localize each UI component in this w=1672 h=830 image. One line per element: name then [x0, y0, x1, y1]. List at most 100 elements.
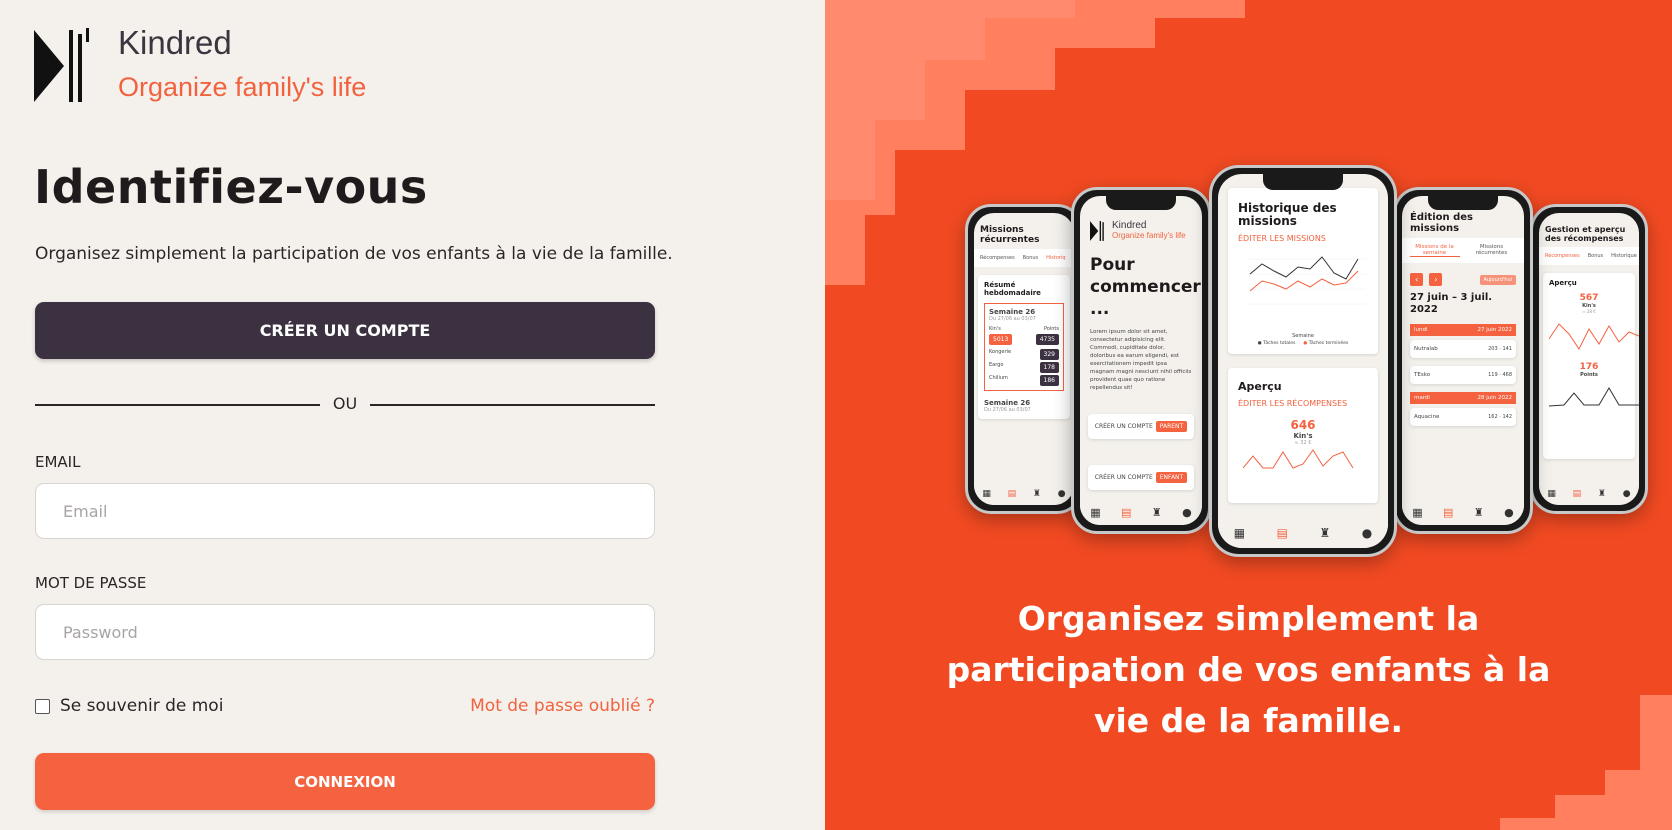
phone-screen: Édition des missions Missions de la sema… — [1402, 196, 1524, 525]
page-subtitle: Organisez simplement la participation de… — [35, 244, 673, 264]
phone-mockup-start: Kindred Organize family's life Pour comm… — [1071, 187, 1211, 534]
kins-sparkline — [1548, 323, 1639, 350]
week-label: Semaine 26 — [989, 308, 1036, 316]
screen-title: Missions récurrentes — [980, 225, 1040, 245]
email-input[interactable] — [35, 483, 655, 539]
kins-value: 567 — [1579, 293, 1599, 303]
dashboard-icon: ▦ — [1412, 505, 1423, 519]
summary-title: Résumé hebdomadaire — [984, 281, 1041, 297]
bottom-nav: ▦ ▤ ♜ ● — [1218, 518, 1388, 548]
or-divider: OU — [35, 392, 655, 416]
promo-headline: Organisez simplement la participation de… — [825, 593, 1672, 746]
kins-value: 5013 — [989, 334, 1013, 345]
summary-row: Eargo 178 — [989, 362, 1059, 373]
points-value: 4735 — [1035, 334, 1059, 345]
phone-mockup-missions: Missions récurrentes Récompenses Bonus H… — [965, 204, 1083, 514]
tab-week-missions: Missions de la semaine — [1409, 244, 1460, 257]
kins-sparkline — [1242, 449, 1354, 469]
promo-panel: Missions récurrentes Récompenses Bonus H… — [825, 0, 1672, 830]
bottom-nav: ▦ ▤ ♜ ● — [1402, 499, 1524, 525]
prev-week-icon: ‹ — [1410, 273, 1424, 286]
page-title: Identifiez-vous — [34, 160, 428, 214]
summary-row: Chilium 186 — [989, 375, 1059, 386]
lorem-text: Lorem ipsum dolor sit amet, consectetur … — [1090, 329, 1192, 391]
legend-total: ● Tâches totales — [1257, 341, 1296, 346]
tab-bonus: Bonus — [1587, 253, 1604, 259]
list-icon: ▤ — [1276, 526, 1288, 540]
create-parent-button: CRÉER UN COMPTE PARENT — [1088, 414, 1194, 439]
week-range-2: Du 27/06 au 03/07 — [984, 407, 1031, 413]
user-icon: ● — [1504, 505, 1514, 519]
remember-me[interactable]: Se souvenir de moi — [35, 696, 223, 716]
kins-label: Kin's — [989, 326, 1001, 332]
login-button[interactable]: CONNEXION — [35, 753, 655, 810]
promo-headline-line: participation de vos enfants à la — [946, 650, 1551, 689]
list-icon: ▤ — [1007, 489, 1017, 499]
trophy-icon: ♜ — [1151, 505, 1162, 519]
forgot-password-link[interactable]: Mot de passe oublié ? — [470, 696, 655, 716]
promo-headline-line: Organisez simplement la — [1017, 599, 1480, 638]
edit-missions-link: ÉDITER LES MISSIONS — [1238, 234, 1326, 243]
tab-rewards: Récompenses — [980, 255, 1015, 261]
mission-item: TEsko 119 · 468 — [1410, 366, 1516, 384]
phone-brand-tagline: Organize family's life — [1112, 231, 1186, 240]
tab-history: Historiq — [1046, 255, 1066, 261]
x-axis-label: Semaine — [1292, 333, 1314, 339]
login-panel: Kindred Organize family's life Identifie… — [0, 0, 825, 830]
summary-row: Kongerie 329 — [989, 349, 1059, 360]
dashboard-icon: ▦ — [1233, 526, 1246, 540]
dashboard-icon: ▦ — [1547, 489, 1556, 499]
remember-me-checkbox[interactable] — [35, 698, 50, 714]
kindred-logo-icon — [1090, 221, 1104, 241]
bottom-nav: ▦ ▤ ♜ ● — [1080, 499, 1202, 525]
overview-title: Aperçu — [1238, 380, 1282, 393]
tab-history: Historique — [1611, 253, 1637, 259]
phone-screen: Missions récurrentes Récompenses Bonus H… — [974, 213, 1074, 505]
overview-card: Aperçu 567 Kin's ≈ 28 € 176 Points — [1543, 273, 1639, 459]
overview-title: Aperçu — [1549, 279, 1577, 287]
overview-card: Aperçu ÉDITER LES RÉCOMPENSES 646 Kin's … — [1228, 368, 1378, 503]
bottom-nav: ▦ ▤ ♜ ● — [1539, 483, 1639, 505]
remember-me-label: Se souvenir de moi — [60, 696, 224, 716]
today-chip: Aujourd'hui — [1479, 274, 1516, 285]
email-label: EMAIL — [35, 453, 81, 471]
day-header: mardi 28 juin 2022 — [1410, 392, 1516, 404]
history-title: Historique des missions — [1238, 201, 1337, 228]
trophy-icon: ♜ — [1473, 505, 1484, 519]
edit-rewards-link: ÉDITER LES RÉCOMPENSES — [1238, 399, 1348, 408]
weekly-summary-card: Résumé hebdomadaire Semaine 26 Du 27/06 … — [978, 275, 1070, 419]
phone-mockup-rewards: Gestion et aperçu des récompenses Récomp… — [1530, 204, 1648, 514]
brand-name: Kindred — [118, 24, 232, 61]
phone-mockup-history: Historique des missions ÉDITER LES MISSI… — [1209, 165, 1397, 557]
list-icon: ▤ — [1443, 505, 1454, 519]
promo-headline-line: vie de la famille. — [1093, 701, 1404, 740]
week-range: Du 27/06 au 03/07 — [989, 316, 1036, 322]
points-label: Points — [1043, 326, 1059, 332]
password-input[interactable] — [35, 604, 655, 660]
trophy-icon: ♜ — [1597, 489, 1606, 499]
list-icon: ▤ — [1572, 489, 1582, 499]
list-icon: ▤ — [1121, 505, 1132, 519]
user-icon: ● — [1182, 505, 1192, 519]
tab-recurring-missions: Missions récurrentes — [1475, 244, 1508, 256]
kindred-logo-icon — [34, 28, 89, 102]
dashboard-icon: ▦ — [982, 489, 991, 499]
next-week-icon: › — [1429, 273, 1443, 286]
dashboard-icon: ▦ — [1090, 505, 1101, 519]
start-heading: Pour commencer ... — [1090, 255, 1201, 319]
week-range: 27 juin – 3 juil. 2022 — [1410, 292, 1493, 315]
trophy-icon: ♜ — [1319, 526, 1331, 540]
missions-history-chart — [1248, 256, 1366, 305]
bottom-nav: ▦ ▤ ♜ ● — [974, 483, 1074, 505]
create-child-button: CRÉER UN COMPTE ENFANT — [1088, 465, 1194, 490]
user-icon: ● — [1057, 489, 1066, 499]
phone-screen: Kindred Organize family's life Pour comm… — [1080, 196, 1202, 525]
kins-label: Kin's — [1293, 432, 1313, 440]
password-label: MOT DE PASSE — [35, 574, 147, 592]
kins-value: 646 — [1290, 418, 1316, 432]
phone-mockup-edit-missions: Édition des missions Missions de la sema… — [1393, 187, 1533, 534]
tab-bonus: Bonus — [1022, 255, 1039, 261]
history-card: Historique des missions ÉDITER LES MISSI… — [1228, 188, 1378, 354]
create-account-button[interactable]: CRÉER UN COMPTE — [35, 302, 655, 359]
screen-title: Édition des missions — [1410, 212, 1473, 234]
